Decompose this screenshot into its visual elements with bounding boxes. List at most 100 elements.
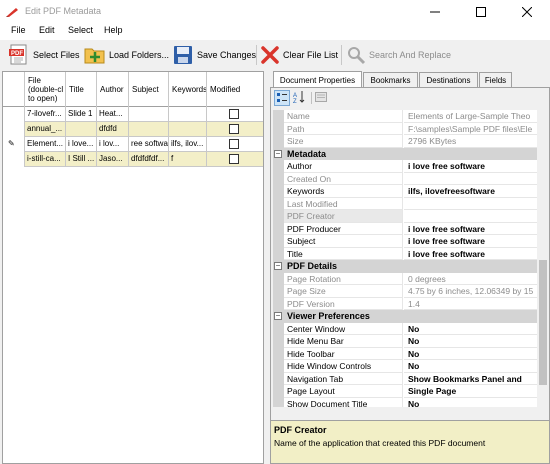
property-value[interactable]: i love free software <box>404 235 537 248</box>
column-header-keywords[interactable]: Keywords <box>169 72 207 107</box>
property-value[interactable]: Single Page <box>404 385 537 398</box>
select-files-button[interactable]: PDF Select Files <box>8 44 80 66</box>
cell-subject[interactable] <box>129 107 169 122</box>
property-grid[interactable]: Name Elements of Large-Sample Theo Path F:\… <box>273 110 549 407</box>
property-row[interactable]: Center Window No <box>273 322 537 335</box>
property-row[interactable]: Page Rotation 0 degrees <box>273 272 537 285</box>
property-value[interactable]: ilfs, ilovefreesoftware <box>404 185 537 198</box>
modified-checkbox[interactable] <box>229 154 239 164</box>
property-name[interactable]: Hide Toolbar <box>284 347 403 360</box>
property-name[interactable]: Page Size <box>284 285 403 298</box>
table-row[interactable]: 7-ilovefr... Slide 1 Heat... <box>3 107 263 122</box>
menu-edit[interactable]: Edit <box>39 25 55 35</box>
property-value[interactable]: 4.75 by 6 inches, 12.06349 by 15 <box>404 285 537 298</box>
property-name[interactable]: Size <box>284 135 403 148</box>
cell-title[interactable]: Slide 1 <box>66 107 97 122</box>
property-value[interactable] <box>404 198 537 210</box>
property-value[interactable]: 0 degrees <box>404 273 537 285</box>
property-row[interactable]: Hide Toolbar No <box>273 347 537 360</box>
row-header[interactable] <box>3 152 25 167</box>
property-value[interactable]: No <box>404 323 537 335</box>
cell-keywords[interactable] <box>169 107 207 122</box>
property-value[interactable]: Show Bookmarks Panel and <box>404 373 537 385</box>
property-name[interactable]: Page Layout <box>284 385 403 398</box>
property-row[interactable]: Size 2796 KBytes <box>273 135 537 148</box>
row-header[interactable] <box>3 122 25 137</box>
property-value[interactable]: No <box>404 335 537 348</box>
property-value[interactable]: Elements of Large-Sample Theo <box>404 110 537 123</box>
property-row[interactable]: Navigation Tab Show Bookmarks Panel and <box>273 372 537 385</box>
table-row[interactable]: i-still-ca... I Still ... Jaso... dfdfdfdf.… <box>3 152 263 167</box>
alphabetical-view-button[interactable]: A Z <box>292 90 308 106</box>
property-row[interactable]: Title i love free software <box>273 247 537 260</box>
collapse-icon[interactable]: − <box>274 262 282 270</box>
table-row[interactable]: annual_... dfdfd <box>3 122 263 137</box>
menu-help[interactable]: Help <box>104 25 123 35</box>
clear-file-list-button[interactable]: Clear File List <box>260 44 338 66</box>
property-name[interactable]: Last Modified <box>284 197 403 210</box>
property-name[interactable]: Author <box>284 160 403 173</box>
cell-file[interactable]: annual_... <box>25 122 66 137</box>
property-row[interactable]: Keywords ilfs, ilovefreesoftware <box>273 185 537 198</box>
property-name[interactable]: Navigation Tab <box>284 372 403 385</box>
cell-file[interactable]: Element... <box>25 137 66 152</box>
categorized-view-button[interactable] <box>274 90 290 106</box>
cell-keywords[interactable]: f <box>169 152 207 167</box>
property-row[interactable]: Path F:\samples\Sample PDF files\Ele <box>273 122 537 135</box>
property-value[interactable]: i love free software <box>404 248 537 260</box>
property-row[interactable]: Name Elements of Large-Sample Theo <box>273 110 537 123</box>
property-value[interactable]: i love free software <box>404 160 537 173</box>
pane-splitter[interactable] <box>266 71 268 464</box>
collapse-icon[interactable]: − <box>274 312 282 320</box>
property-category[interactable]: − Metadata <box>273 147 537 160</box>
column-header-author[interactable]: Author <box>97 72 129 107</box>
modified-checkbox[interactable] <box>229 124 239 134</box>
cell-subject[interactable]: dfdfdfdf... <box>129 152 169 167</box>
tab-destinations[interactable]: Destinations <box>419 72 478 87</box>
property-name[interactable]: Name <box>284 110 403 123</box>
property-value[interactable]: 2796 KBytes <box>404 135 537 148</box>
property-value[interactable]: No <box>404 348 537 360</box>
property-category[interactable]: − PDF Details <box>273 260 537 273</box>
property-row[interactable]: Hide Window Controls No <box>273 360 537 373</box>
load-folders-button[interactable]: Load Folders... <box>84 44 169 66</box>
property-name[interactable]: Title <box>284 247 403 260</box>
cell-subject[interactable] <box>129 122 169 137</box>
property-value[interactable]: No <box>404 360 537 373</box>
tab-document-properties[interactable]: Document Properties <box>273 71 362 88</box>
tab-bookmarks[interactable]: Bookmarks <box>363 72 418 87</box>
property-row[interactable]: Page Size 4.75 by 6 inches, 12.06349 by 1… <box>273 285 537 298</box>
property-row[interactable]: Show Document Title No <box>273 397 537 407</box>
property-name[interactable]: Center Window <box>284 322 403 335</box>
property-scrollbar[interactable] <box>537 110 549 407</box>
close-button[interactable] <box>504 0 550 23</box>
column-header-file[interactable]: File (double-cl to open) <box>25 72 66 107</box>
menu-file[interactable]: File <box>11 25 26 35</box>
cell-author[interactable]: Heat... <box>97 107 129 122</box>
property-row[interactable]: PDF Version 1.4 <box>273 297 537 310</box>
property-row[interactable]: Created On <box>273 172 537 185</box>
property-name[interactable]: Path <box>284 122 403 135</box>
property-row[interactable]: PDF Producer i love free software <box>273 222 537 235</box>
property-row[interactable]: Page Layout Single Page <box>273 385 537 398</box>
property-row[interactable]: Author i love free software <box>273 160 537 173</box>
property-name[interactable]: PDF Creator <box>284 210 403 223</box>
search-replace-button[interactable]: Search And Replace <box>346 44 451 66</box>
property-name[interactable]: PDF Producer <box>284 222 403 235</box>
property-value[interactable]: i love free software <box>404 223 537 235</box>
save-changes-button[interactable]: Save Changes <box>172 44 256 66</box>
column-header-title[interactable]: Title <box>66 72 97 107</box>
table-row[interactable]: ✎ Element... i love... i lov... ree softwa il… <box>3 137 263 152</box>
cell-title[interactable] <box>66 122 97 137</box>
column-header-subject[interactable]: Subject <box>129 72 169 107</box>
menu-select[interactable]: Select <box>68 25 93 35</box>
property-value[interactable] <box>404 173 537 185</box>
minimize-button[interactable] <box>412 0 458 23</box>
property-name[interactable]: PDF Version <box>284 297 403 310</box>
property-row[interactable]: PDF Creator <box>273 210 537 223</box>
property-row[interactable]: Subject i love free software <box>273 235 537 248</box>
property-scrollbar-thumb[interactable] <box>539 260 547 385</box>
property-name[interactable]: Created On <box>284 172 403 185</box>
tab-fields[interactable]: Fields <box>479 72 512 87</box>
property-pages-button[interactable] <box>314 90 330 106</box>
